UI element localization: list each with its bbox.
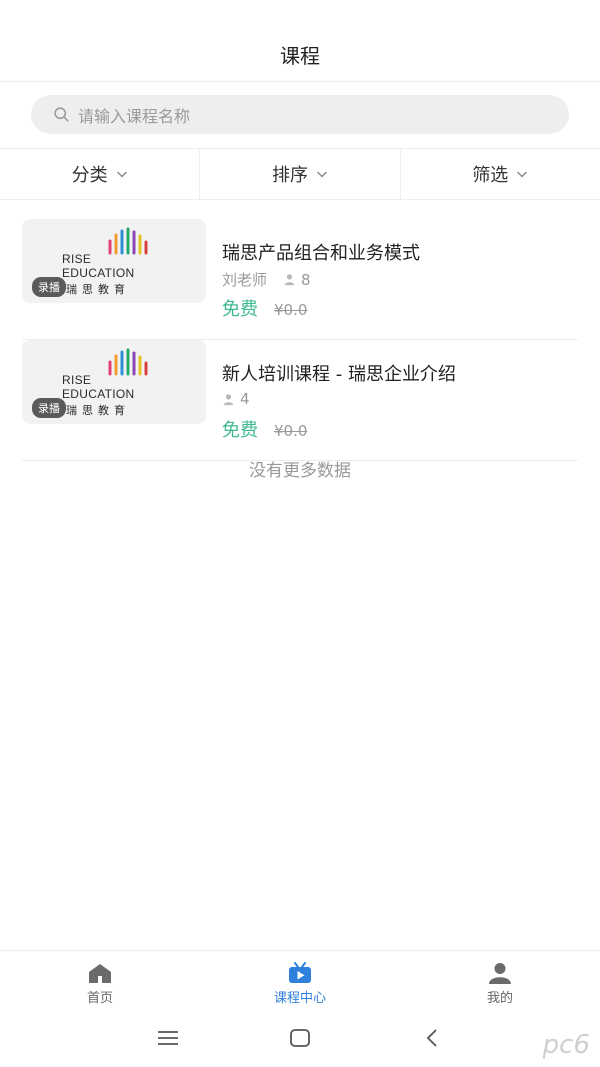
play-tv-icon <box>289 962 311 983</box>
chevron-down-icon <box>116 171 127 178</box>
filter-category-label: 分类 <box>71 165 108 186</box>
system-nav-bar <box>0 1008 600 1067</box>
course-meta: 4 <box>222 390 250 408</box>
student-count: 8 <box>301 270 311 289</box>
chevron-down-icon <box>517 171 528 178</box>
search-placeholder: 请输入课程名称 <box>78 106 191 126</box>
price-free: 免费 <box>222 420 258 441</box>
tab-home[interactable]: 首页 <box>0 951 200 1008</box>
user-icon <box>489 963 511 984</box>
thumbnail-brand-cn: 瑞思教育 <box>66 404 130 417</box>
search-input[interactable]: 请输入课程名称 <box>31 95 569 134</box>
course-thumbnail[interactable]: RISE EDUCATION 瑞思教育 录播 <box>22 340 206 424</box>
person-icon <box>223 393 234 405</box>
thumbnail-brand-text: RISE EDUCATION <box>62 373 135 401</box>
square-icon <box>290 1028 310 1047</box>
student-count: 4 <box>240 390 250 408</box>
bottom-tab-bar: 首页 课程中心 我的 <box>0 950 600 1008</box>
back-arrow-icon <box>426 1028 437 1047</box>
course-meta: 刘老师 8 <box>222 269 311 290</box>
filter-sort[interactable]: 排序 <box>200 149 401 199</box>
recorded-badge: 录播 <box>32 277 66 297</box>
top-bar: 课程 <box>0 0 600 82</box>
watermark: pc6 <box>542 1030 590 1060</box>
tab-mine-label: 我的 <box>486 991 513 1006</box>
course-price: 免费 ¥0.0 <box>222 295 307 321</box>
list-end-text: 没有更多数据 <box>249 461 351 481</box>
menu-lines-icon <box>158 1030 178 1045</box>
recorded-badge: 录播 <box>32 398 66 418</box>
page-title: 课程 <box>280 44 320 68</box>
course-title: 瑞思产品组合和业务模式 <box>222 243 420 264</box>
course-thumbnail[interactable]: RISE EDUCATION 瑞思教育 录播 <box>22 219 206 303</box>
thumbnail-brand-cn: 瑞思教育 <box>66 283 130 296</box>
filter-sort-label: 排序 <box>271 165 308 186</box>
tab-course-center[interactable]: 课程中心 <box>200 951 400 1008</box>
filter-bar: 分类 排序 筛选 <box>0 148 600 200</box>
price-original: ¥0.0 <box>274 422 308 440</box>
filter-screen-label: 筛选 <box>472 165 509 186</box>
brand-logo-graphic <box>108 227 148 255</box>
price-free: 免费 <box>222 299 258 320</box>
search-icon <box>54 107 69 122</box>
course-title: 新人培训课程 - 瑞思企业介绍 <box>222 364 456 385</box>
course-price: 免费 ¥0.0 <box>222 416 307 442</box>
tab-course-center-label: 课程中心 <box>273 991 326 1006</box>
tab-mine[interactable]: 我的 <box>400 951 600 1008</box>
course-item[interactable]: RISE EDUCATION 瑞思教育 录播 瑞思产品组合和业务模式 刘老师 8… <box>22 219 578 340</box>
filter-category[interactable]: 分类 <box>0 149 201 199</box>
brand-logo-graphic <box>108 348 148 376</box>
home-system-button[interactable] <box>275 1018 325 1058</box>
price-original: ¥0.0 <box>274 301 308 319</box>
chevron-down-icon <box>316 171 327 178</box>
thumbnail-brand-text: RISE EDUCATION <box>62 252 135 280</box>
tab-home-label: 首页 <box>86 991 113 1006</box>
home-icon <box>89 964 111 983</box>
course-item[interactable]: RISE EDUCATION 瑞思教育 录播 新人培训课程 - 瑞思企业介绍 4… <box>22 340 578 461</box>
teacher-name: 刘老师 <box>222 271 268 289</box>
back-system-button[interactable] <box>407 1018 457 1058</box>
filter-screen[interactable]: 筛选 <box>401 149 600 199</box>
recent-apps-button[interactable] <box>143 1018 193 1058</box>
person-icon <box>284 274 295 286</box>
